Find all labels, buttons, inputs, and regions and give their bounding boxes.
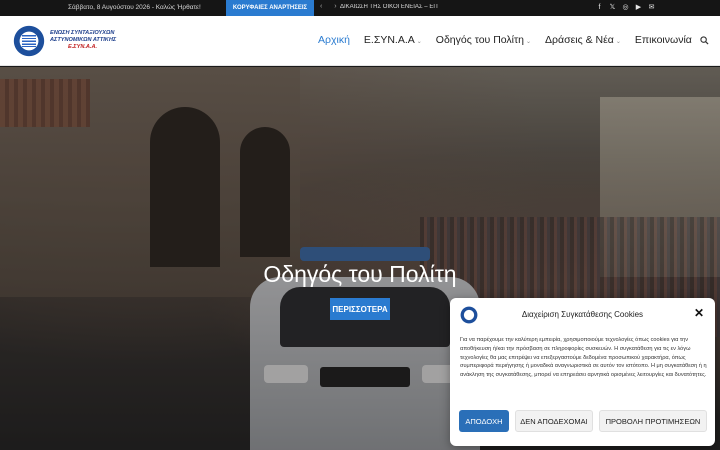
- nav-item-esynaa[interactable]: Ε.ΣΥΝ.Α.Α ⌄: [364, 34, 422, 46]
- instagram-icon[interactable]: ◎: [622, 3, 629, 12]
- nav-label: Οδηγός του Πολίτη: [435, 34, 525, 46]
- nav-label: Δράσεις & Νέα: [545, 34, 614, 46]
- email-icon[interactable]: ✉: [648, 3, 655, 12]
- nav-label: Αρχική: [318, 34, 350, 46]
- cookie-title: Διαχείριση Συγκατάθεσης Cookies: [521, 310, 644, 319]
- facebook-icon[interactable]: f: [596, 3, 603, 12]
- chevron-down-icon: ⌄: [416, 39, 422, 45]
- logo-line-3: Ε.ΣΥΝ.Α.Α.: [68, 44, 98, 50]
- nav-item-citizen-guide[interactable]: Οδηγός του Πολίτη ⌄: [436, 34, 531, 46]
- nav-item-contact[interactable]: Επικοινωνία: [635, 34, 692, 46]
- greek-flag-icon: [22, 35, 36, 47]
- top-bar: Σάββατο, 8 Αυγούστου 2026 - Καλώς Ήρθατε…: [0, 0, 720, 16]
- chevron-down-icon: ⌄: [615, 39, 621, 45]
- chevron-down-icon: ⌄: [526, 39, 532, 45]
- accept-cookies-button[interactable]: ΑΠΟΔΟΧΗ: [459, 410, 509, 432]
- site-header: ΕΝΩΣΗ ΣΥΝΤΑΞΙΟΥΧΩΝ ΑΣΤΥΝΟΜΙΚΩΝ ΑΤΤΙΚΗΣ Ε…: [0, 16, 720, 66]
- cookie-buttons: ΑΠΟΔΟΧΗ ΔΕΝ ΑΠΟΔΕΧΟΜΑΙ ΠΡΟΒΟΛΗ ΠΡΟΤΙΜΗΣΕ…: [459, 410, 707, 432]
- nav-item-actions-news[interactable]: Δράσεις & Νέα ⌄: [545, 34, 621, 46]
- trending-label: ΚΟΡΥΦΑΙΕΣ ΑΝΑΡΤΗΣΕΙΣ: [226, 0, 314, 16]
- cookie-description: Για να παρέχουμε την καλύτερη εμπειρία, …: [460, 337, 707, 379]
- current-date: Σάββατο, 8 Αυγούστου 2026 - Καλώς Ήρθατε…: [68, 4, 201, 11]
- cookie-consent-dialog: Διαχείριση Συγκατάθεσης Cookies ✕ Για να…: [450, 298, 715, 446]
- search-icon[interactable]: [700, 36, 709, 45]
- logo-seal-icon: [12, 24, 46, 58]
- news-ticker-link[interactable]: ΔΙΚΑΙΩΣΗ ΤΗΣ ΟΙΚΟΓΕΝΕΙΑΣ – ΕΠ: [340, 4, 440, 10]
- logo-line-2: ΑΣΤΥΝΟΜΙΚΩΝ ΑΤΤΙΚΗΣ: [50, 37, 117, 43]
- nav-label: Επικοινωνία: [634, 34, 692, 46]
- deny-cookies-button[interactable]: ΔΕΝ ΑΠΟΔΕΧΟΜΑΙ: [515, 410, 593, 432]
- more-button[interactable]: ΠΕΡΙΣΣΟΤΕΡΑ: [330, 298, 390, 320]
- nav-item-home[interactable]: Αρχική: [318, 34, 350, 46]
- site-logo[interactable]: ΕΝΩΣΗ ΣΥΝΤΑΞΙΟΥΧΩΝ ΑΣΤΥΝΟΜΙΚΩΝ ΑΤΤΙΚΗΣ Ε…: [12, 24, 124, 58]
- ticker-arrows[interactable]: ‹ ›: [320, 3, 342, 10]
- nav-label: Ε.ΣΥΝ.Α.Α: [363, 34, 415, 46]
- view-preferences-button[interactable]: ΠΡΟΒΟΛΗ ΠΡΟΤΙΜΗΣΕΩΝ: [599, 410, 707, 432]
- main-nav: Αρχική Ε.ΣΥΝ.Α.Α ⌄ Οδηγός του Πολίτη ⌄ Δρά…: [318, 34, 706, 46]
- close-icon[interactable]: ✕: [694, 307, 704, 319]
- youtube-icon[interactable]: ▶: [635, 3, 642, 12]
- hero-title: Οδηγός του Πολίτη: [263, 261, 457, 287]
- x-twitter-icon[interactable]: 𝕏: [609, 3, 616, 12]
- logo-line-1: ΕΝΩΣΗ ΣΥΝΤΑΞΙΟΥΧΩΝ: [50, 30, 115, 36]
- social-links: f 𝕏 ◎ ▶ ✉: [596, 3, 655, 12]
